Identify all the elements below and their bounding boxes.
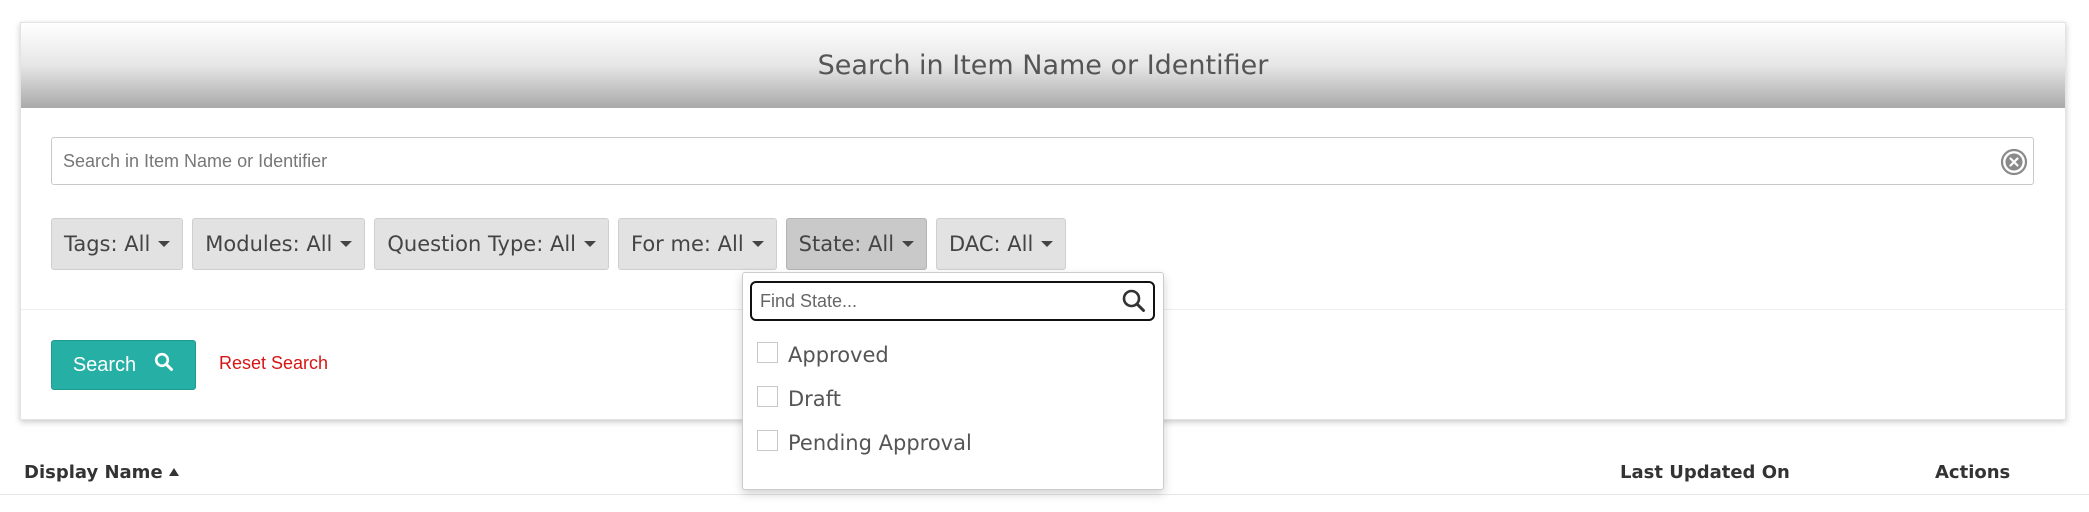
filter-bar: Tags: All Modules: All Question Type: Al… [51, 218, 1067, 270]
sort-up-icon [168, 468, 179, 476]
search-input-wrapper [51, 137, 2034, 185]
find-state-wrapper [750, 281, 1155, 321]
tags-filter-button[interactable]: Tags: All [51, 218, 184, 270]
state-option-label: Draft [788, 387, 841, 411]
caret-down-icon [902, 241, 915, 247]
state-filter-label: State: All [798, 232, 895, 256]
modules-filter-button[interactable]: Modules: All [192, 218, 366, 270]
caret-down-icon [340, 241, 353, 247]
reset-search-link[interactable]: Reset Search [219, 353, 328, 374]
checkbox[interactable] [757, 341, 778, 363]
modules-filter-label: Modules: All [205, 232, 333, 256]
question-type-filter-label: Question Type: All [387, 232, 576, 256]
column-label: Actions [1935, 462, 2011, 483]
dac-filter-button[interactable]: DAC: All [936, 218, 1067, 270]
for-me-filter-button[interactable]: For me: All [618, 218, 777, 270]
search-input[interactable] [52, 138, 2033, 184]
checkbox[interactable] [757, 385, 778, 407]
caret-down-icon [751, 241, 764, 247]
caret-down-icon [584, 241, 596, 247]
column-actions: Actions [1935, 462, 2010, 483]
search-button-label: Search [72, 353, 137, 376]
state-option-label: Approved [788, 343, 889, 367]
checkbox[interactable] [757, 429, 778, 451]
caret-down-icon [1041, 241, 1054, 247]
search-button[interactable]: Search [51, 340, 196, 390]
state-filter-button[interactable]: State: All [785, 218, 928, 270]
panel-title: Search in Item Name or Identifier [817, 50, 1269, 81]
caret-down-icon [158, 241, 171, 247]
question-type-filter-button[interactable]: Question Type: All [374, 218, 609, 270]
state-dropdown-menu: Approved Draft Pending Approval [742, 272, 1164, 490]
state-option-draft[interactable]: Draft [757, 385, 841, 411]
state-option-approved[interactable]: Approved [757, 341, 889, 367]
magnifier-icon [154, 352, 174, 378]
search-icon [1121, 288, 1147, 314]
column-display-name[interactable]: Display Name [24, 462, 179, 483]
find-state-input[interactable] [752, 283, 1153, 319]
panel-header: Search in Item Name or Identifier [21, 23, 2065, 108]
for-me-filter-label: For me: All [631, 232, 744, 256]
column-label: Display Name [24, 462, 163, 483]
column-last-updated-on[interactable]: Last Updated On [1620, 462, 1790, 483]
dac-filter-label: DAC: All [949, 232, 1034, 256]
tags-filter-label: Tags: All [64, 232, 151, 256]
clear-search-icon[interactable] [1999, 147, 2029, 177]
state-option-label: Pending Approval [788, 431, 972, 455]
state-option-pending-approval[interactable]: Pending Approval [757, 429, 972, 455]
column-label: Last Updated On [1620, 462, 1790, 483]
